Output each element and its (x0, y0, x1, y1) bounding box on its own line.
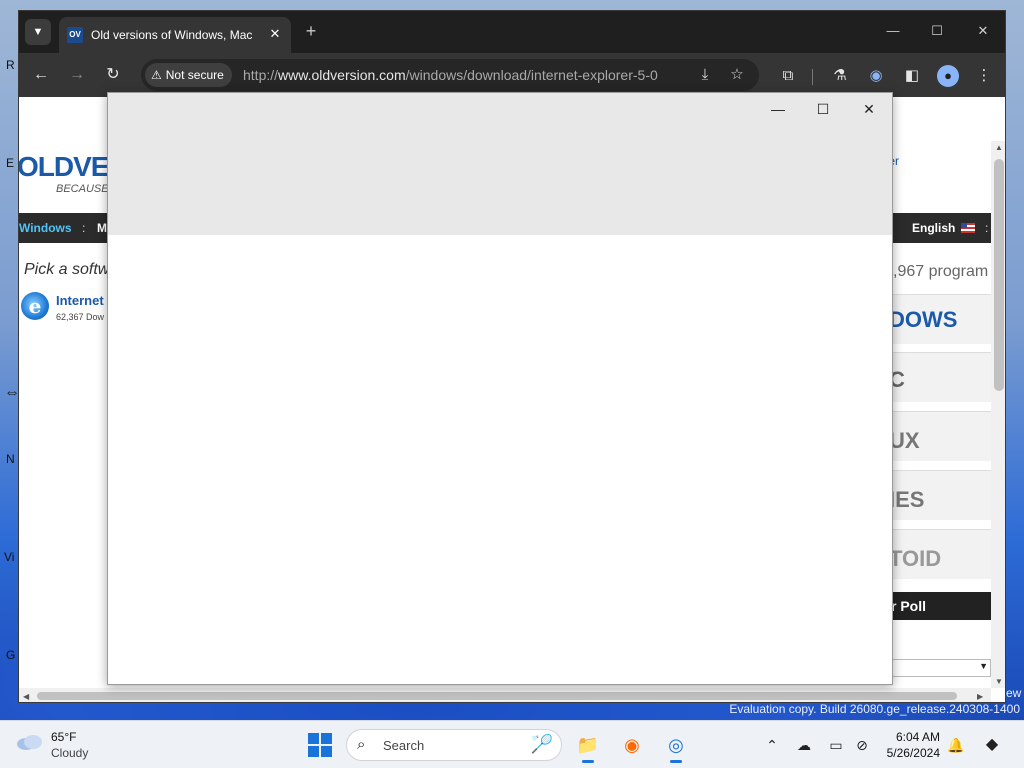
chrome-icon[interactable]: ◎ (660, 729, 692, 763)
reload-icon[interactable]: ↻ (101, 63, 125, 87)
chevron-down-icon: ▼ (979, 661, 988, 671)
profile-icon[interactable]: ● (937, 65, 959, 87)
search-placeholder: Search (383, 738, 425, 753)
evaluation-watermark: Evaluation copy. Build 26080.ge_release.… (729, 702, 1020, 716)
site-logo[interactable]: OLDVE (19, 151, 109, 183)
category-android[interactable]: TOID (889, 529, 991, 579)
resize-cursor-icon: ⇔ (4, 384, 20, 401)
minimize-icon[interactable]: — (762, 98, 794, 120)
category-linux[interactable]: UX (889, 411, 991, 461)
taskbar: 65°F Cloudy ⌕ Search 🏸 📁 ◉ ◎ ⌃ ☁ ▭ ⊘ 6:0… (0, 720, 1024, 768)
maximize-icon[interactable]: ☐ (919, 21, 955, 41)
category-label: TOID (889, 546, 942, 571)
close-icon[interactable]: ✕ (267, 26, 283, 42)
internet-explorer-icon[interactable]: e (21, 292, 49, 320)
desktop-icon-label[interactable]: N (6, 452, 15, 466)
close-icon[interactable]: ✕ (853, 98, 885, 120)
arrow-right-icon[interactable]: → (65, 63, 89, 87)
poll-select[interactable]: ▼ (891, 659, 991, 677)
nav-separator: : (985, 221, 989, 235)
address-bar[interactable]: ⚠ Not secure http://www.oldversion.com/wi… (141, 59, 759, 91)
url-host: www.oldversion.com (278, 67, 406, 83)
search-icon: ⌕ (357, 736, 366, 753)
horizontal-scroll-thumb[interactable] (37, 692, 957, 700)
pick-software-text: Pick a softw (24, 261, 110, 278)
search-highlight-icon: 🏸 (530, 734, 553, 754)
flask-icon[interactable]: ⚗ (829, 65, 851, 87)
taskbar-search[interactable]: ⌕ Search 🏸 (346, 729, 562, 761)
close-window-icon[interactable]: ✕ (965, 21, 1001, 41)
horizontal-scrollbar[interactable]: ◀ ▶ (19, 688, 991, 702)
us-flag-icon (961, 223, 975, 233)
weather-description[interactable]: Cloudy (51, 746, 88, 760)
dialog-header: — ☐ ✕ (108, 93, 892, 235)
puzzle-icon[interactable]: ⧉ (777, 65, 799, 87)
category-label: IES (889, 487, 925, 512)
nav-separator: : (82, 221, 86, 235)
category-windows[interactable]: DOWS (889, 294, 991, 344)
nav-windows[interactable]: Windows (19, 221, 72, 235)
category-games[interactable]: IES (889, 470, 991, 520)
url-path: /windows/download/internet-explorer-5-0 (405, 67, 658, 83)
tab-strip: ▼ OV Old versions of Windows, Mac ✕ + — … (19, 11, 1005, 53)
desktop-icon-label[interactable]: Vi (4, 550, 14, 564)
desktop-icon-label[interactable]: E (6, 156, 14, 170)
program-name[interactable]: Internet (56, 293, 104, 308)
desktop-icon-label[interactable]: R (6, 58, 15, 72)
star-icon[interactable]: ☆ (727, 65, 747, 85)
download-count: 62,367 Dow (56, 312, 105, 322)
language-selector[interactable]: English (912, 221, 955, 235)
kebab-menu-icon[interactable]: ⋮ (973, 65, 995, 87)
windows-start-icon[interactable] (308, 733, 332, 757)
bell-icon[interactable]: 🔔 (946, 735, 966, 755)
browser-toolbar: ← → ↻ ⚠ Not secure http://www.oldversion.… (19, 53, 1005, 97)
security-label: Not secure (165, 68, 224, 82)
tab-search-button[interactable]: ▼ (25, 19, 51, 45)
url-prefix: http:// (243, 67, 279, 83)
desktop-view-text: ew (1006, 686, 1022, 700)
minimize-icon[interactable]: — (875, 21, 911, 41)
poll-header: r Poll (891, 592, 991, 620)
tab-oldversion[interactable]: OV Old versions of Windows, Mac ✕ (59, 17, 291, 53)
cloud-offline-icon[interactable]: ☁ (794, 735, 814, 755)
desktop-icon-label[interactable]: G (6, 648, 15, 662)
sidepanel-icon[interactable]: ◧ (901, 65, 923, 87)
favicon-icon: OV (67, 27, 83, 43)
warning-icon: ⚠ (151, 68, 162, 82)
clock-date[interactable]: 5/26/2024 (884, 746, 940, 760)
scroll-right-icon[interactable]: ▶ (977, 692, 983, 701)
weather-temperature[interactable]: 65°F (51, 730, 76, 744)
site-tagline: BECAUSE (56, 183, 109, 195)
category-label: DOWS (889, 307, 958, 332)
cloud-icon[interactable] (16, 733, 44, 751)
chevron-down-icon: ▼ (32, 26, 44, 38)
clock-time[interactable]: 6:04 AM (884, 730, 940, 744)
blank-dialog-window[interactable]: — ☐ ✕ (107, 92, 893, 685)
download-progress-icon[interactable]: ◉ (865, 65, 887, 87)
category-mac[interactable]: C (889, 352, 991, 402)
category-label: UX (889, 428, 920, 453)
tab-title: Old versions of Windows, Mac (91, 28, 253, 42)
program-count: ,967 program (893, 263, 989, 280)
scroll-down-icon[interactable]: ▼ (995, 677, 1003, 686)
plus-icon[interactable]: + (301, 21, 321, 41)
file-explorer-icon[interactable]: 📁 (572, 729, 604, 763)
scroll-left-icon[interactable]: ◀ (23, 692, 29, 701)
maximize-icon[interactable]: ☐ (807, 98, 839, 120)
vertical-scrollbar[interactable]: ▲ ▼ (991, 141, 1005, 688)
vertical-scroll-thumb[interactable] (994, 159, 1004, 391)
firefox-icon[interactable]: ◉ (616, 729, 648, 761)
url-text[interactable]: http://www.oldversion.com/windows/downlo… (243, 67, 683, 83)
toolbar-divider (812, 69, 813, 85)
scroll-up-icon[interactable]: ▲ (995, 143, 1003, 152)
chevron-up-icon[interactable]: ⌃ (762, 735, 782, 755)
arrow-left-icon[interactable]: ← (29, 63, 53, 87)
display-icon[interactable]: ▭ (826, 735, 846, 755)
copilot-icon[interactable]: ◆ (982, 735, 1002, 755)
poll-title: r Poll (891, 598, 927, 614)
security-chip[interactable]: ⚠ Not secure (145, 63, 232, 87)
download-icon[interactable]: ⤓ (695, 65, 715, 85)
network-icon[interactable]: ⊘ (852, 735, 872, 755)
